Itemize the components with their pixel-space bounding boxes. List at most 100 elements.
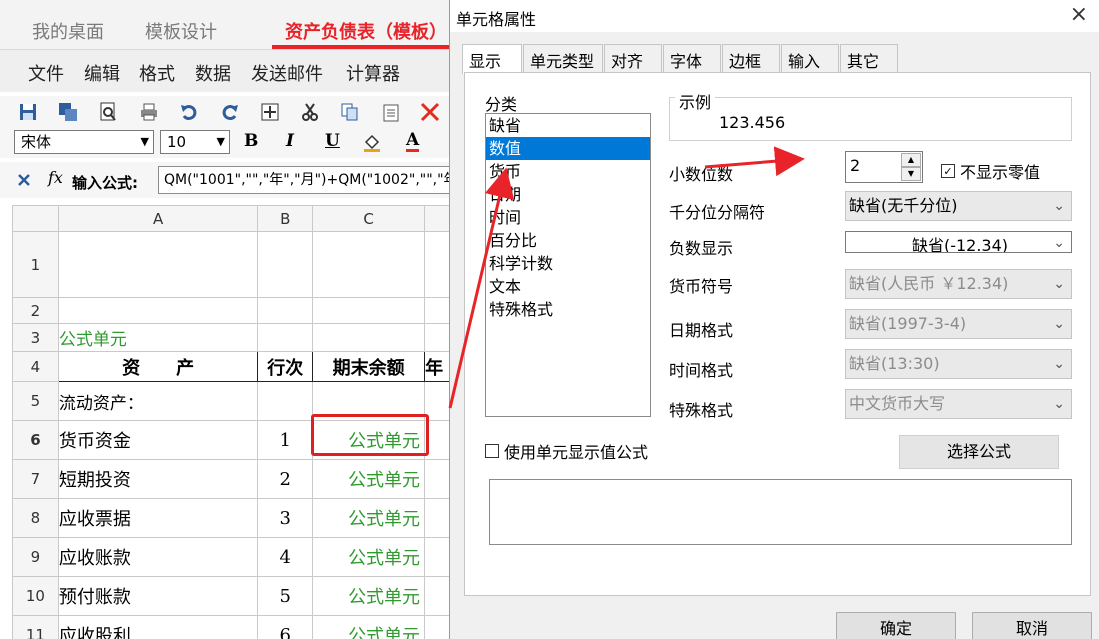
row-header[interactable]: 6 (12, 420, 59, 460)
special-format-select[interactable]: 中文货币大写 ⌄ (845, 389, 1072, 419)
cell[interactable]: 公式单元 (312, 459, 426, 499)
ok-button[interactable]: 确定 (836, 612, 956, 639)
category-item-date[interactable]: 日期 (486, 183, 650, 206)
save-all-icon[interactable] (56, 100, 80, 124)
cell[interactable]: 公式单元 (312, 537, 426, 577)
underline-button[interactable]: U (325, 131, 340, 151)
delete-icon[interactable] (418, 100, 442, 124)
category-item-time[interactable]: 时间 (486, 206, 650, 229)
tab-cell-type[interactable]: 单元类型 (523, 44, 603, 72)
use-formula-checkbox-row[interactable]: 使用单元显示值公式 (485, 439, 648, 463)
italic-button[interactable]: I (286, 131, 294, 151)
category-item-scientific[interactable]: 科学计数 (486, 252, 650, 275)
cell[interactable] (57, 231, 259, 298)
menu-file[interactable]: 文件 (28, 60, 64, 86)
column-header-a[interactable]: A (57, 205, 259, 232)
row-header[interactable]: 11 (12, 615, 59, 639)
row-header[interactable]: 10 (12, 576, 59, 616)
cell[interactable]: 5 (257, 576, 314, 616)
cell[interactable] (312, 297, 426, 324)
menu-calculator[interactable]: 计算器 (346, 60, 400, 86)
cut-icon[interactable] (298, 100, 322, 124)
tab-font[interactable]: 字体 (663, 44, 721, 72)
dialog-titlebar[interactable]: 单元格属性 × (450, 0, 1099, 32)
print-icon[interactable] (137, 100, 161, 124)
menu-edit[interactable]: 编辑 (84, 60, 120, 86)
row-header[interactable]: 3 (12, 323, 59, 352)
font-color-button[interactable]: A (406, 131, 420, 152)
redo-icon[interactable] (218, 100, 242, 124)
cell[interactable] (257, 297, 314, 324)
cell[interactable]: 公式单元 (312, 498, 426, 538)
hide-zero-checkbox[interactable]: ✓ (941, 164, 955, 178)
tab-display[interactable]: 显示 (462, 44, 522, 74)
cell[interactable] (312, 231, 426, 298)
row-header[interactable]: 5 (12, 381, 59, 421)
currency-symbol-select[interactable]: 缺省(人民币 ￥12.34) ⌄ (845, 269, 1072, 299)
category-item-number[interactable]: 数值 (486, 137, 650, 160)
cell[interactable]: 流动资产： (57, 381, 259, 421)
cell[interactable] (257, 381, 314, 421)
time-format-select[interactable]: 缺省(13:30) ⌄ (845, 349, 1072, 379)
menu-data[interactable]: 数据 (195, 60, 231, 86)
use-formula-checkbox[interactable] (485, 444, 499, 458)
column-header-b[interactable]: B (257, 205, 314, 232)
tab-my-desktop[interactable]: 我的桌面 (32, 18, 104, 44)
cell[interactable] (57, 297, 259, 324)
print-preview-icon[interactable] (96, 100, 120, 124)
formula-input[interactable]: QM("1001","","年","月")+QM("1002","","年","… (158, 166, 458, 194)
row-header[interactable]: 9 (12, 537, 59, 577)
cell[interactable] (257, 323, 314, 352)
fill-color-icon[interactable] (360, 130, 384, 154)
cell[interactable]: 期末余额 (312, 351, 426, 382)
choose-formula-button[interactable]: 选择公式 (899, 435, 1059, 469)
category-item-special[interactable]: 特殊格式 (486, 298, 650, 321)
save-icon[interactable] (16, 100, 40, 124)
cell[interactable] (257, 231, 314, 298)
decimal-places-stepper[interactable]: 2 ▲ ▼ (845, 151, 923, 183)
row-header[interactable]: 7 (12, 459, 59, 499)
cancel-button[interactable]: 取消 (972, 612, 1092, 639)
negative-display-select[interactable]: 缺省(-12.34) ⌄ (845, 231, 1072, 253)
row-header[interactable]: 1 (12, 231, 59, 298)
cell[interactable]: 行次 (257, 351, 314, 382)
tab-align[interactable]: 对齐 (604, 44, 662, 72)
cell[interactable]: 应收票据 (57, 498, 259, 538)
category-item-text[interactable]: 文本 (486, 275, 650, 298)
hide-zero-checkbox-row[interactable]: ✓ 不显示零值 (941, 159, 1040, 183)
cell[interactable]: 货币资金 (57, 420, 259, 460)
category-item-default[interactable]: 缺省 (486, 114, 650, 137)
paste-icon[interactable] (379, 100, 403, 124)
cancel-edit-icon[interactable] (12, 168, 36, 192)
cell[interactable]: 3 (257, 498, 314, 538)
tab-balance-sheet[interactable]: 资产负债表（模板） (285, 18, 447, 44)
cell[interactable]: 公式单元 (312, 576, 426, 616)
cell[interactable]: 应收账款 (57, 537, 259, 577)
cell[interactable]: 短期投资 (57, 459, 259, 499)
corner-cell[interactable] (12, 205, 59, 232)
tab-other[interactable]: 其它 (840, 44, 898, 72)
font-name-select[interactable]: 宋体 ▼ (14, 130, 154, 154)
menu-send-email[interactable]: 发送邮件 (251, 60, 323, 86)
formula-textarea[interactable] (489, 479, 1072, 545)
cell[interactable] (312, 323, 426, 352)
row-header[interactable]: 2 (12, 297, 59, 324)
category-list[interactable]: 缺省 数值 货币 日期 时间 百分比 科学计数 文本 特殊格式 (485, 113, 651, 417)
bold-button[interactable]: B (244, 131, 258, 151)
undo-icon[interactable] (177, 100, 201, 124)
cell[interactable]: 预付账款 (57, 576, 259, 616)
cell[interactable]: 4 (257, 537, 314, 577)
fit-cells-icon[interactable] (258, 100, 282, 124)
cell[interactable]: 2 (257, 459, 314, 499)
function-icon[interactable]: fx (48, 168, 63, 187)
tab-template-design[interactable]: 模板设计 (145, 18, 217, 44)
category-item-percent[interactable]: 百分比 (486, 229, 650, 252)
row-header[interactable]: 8 (12, 498, 59, 538)
cell[interactable]: 资 产 (57, 351, 259, 382)
date-format-select[interactable]: 缺省(1997-3-4) ⌄ (845, 309, 1072, 339)
column-header-c[interactable]: C (312, 205, 426, 232)
cell[interactable]: 1 (257, 420, 314, 460)
menu-format[interactable]: 格式 (139, 60, 175, 86)
copy-icon[interactable] (338, 100, 362, 124)
tab-border[interactable]: 边框 (722, 44, 780, 72)
